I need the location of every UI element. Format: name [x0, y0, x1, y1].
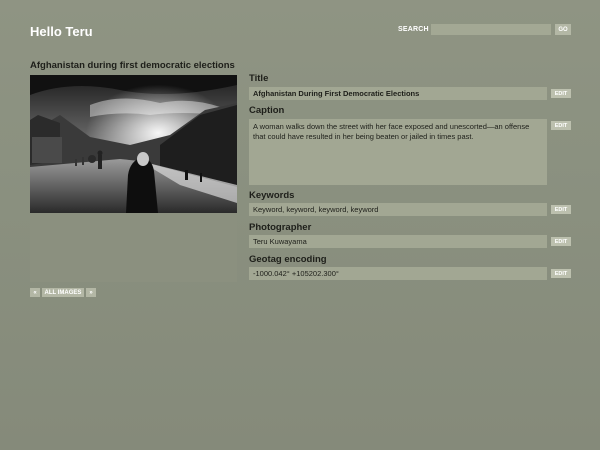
- search-label: SEARCH: [398, 26, 429, 33]
- geotag-edit-button[interactable]: EDIT: [551, 269, 571, 278]
- keywords-field[interactable]: Keyword, keyword, keyword, keyword: [249, 203, 547, 216]
- photographer-edit-button[interactable]: EDIT: [551, 237, 571, 246]
- keywords-edit-button[interactable]: EDIT: [551, 205, 571, 214]
- geotag-field[interactable]: -1000.042° +105202.300°: [249, 267, 547, 280]
- next-image-button[interactable]: »: [86, 288, 96, 297]
- search-input[interactable]: [431, 24, 551, 35]
- prev-image-button[interactable]: «: [30, 288, 40, 297]
- all-images-button[interactable]: ALL IMAGES: [42, 288, 84, 297]
- photo[interactable]: [30, 75, 237, 213]
- photo-image: [30, 75, 237, 213]
- caption-field[interactable]: A woman walks down the street with her f…: [249, 119, 547, 185]
- title-field[interactable]: Afghanistan During First Democratic Elec…: [249, 87, 547, 100]
- title-label: Title: [249, 73, 269, 84]
- photo-frame: [30, 75, 237, 282]
- geotag-label: Geotag encoding: [249, 254, 327, 265]
- photographer-field[interactable]: Teru Kuwayama: [249, 235, 547, 248]
- search-go-button[interactable]: GO: [555, 24, 571, 35]
- app-title: Hello Teru: [30, 24, 93, 39]
- photographer-label: Photographer: [249, 222, 312, 233]
- caption-label: Caption: [249, 105, 285, 116]
- image-title: Afghanistan during first democratic elec…: [30, 60, 235, 71]
- caption-edit-button[interactable]: EDIT: [551, 121, 571, 130]
- keywords-label: Keywords: [249, 190, 295, 201]
- title-edit-button[interactable]: EDIT: [551, 89, 571, 98]
